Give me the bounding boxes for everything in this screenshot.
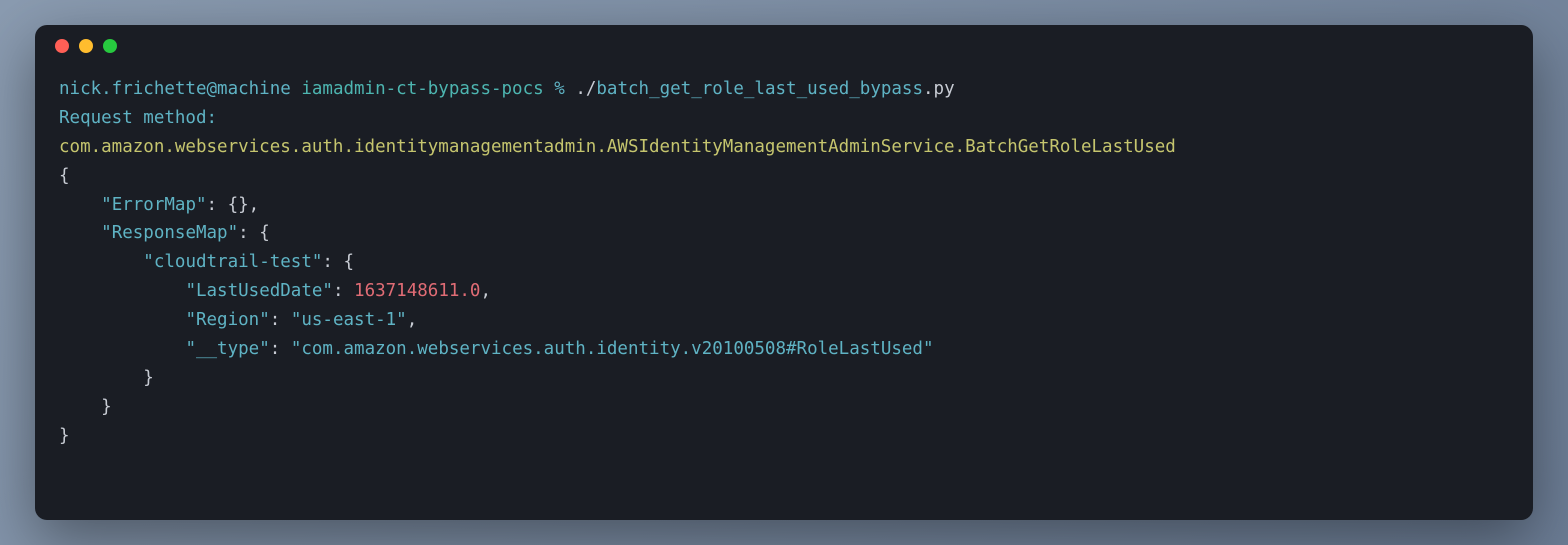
json-val-lastused: 1637148611.0	[354, 281, 480, 301]
output-method: com.amazon.webservices.auth.identitymana…	[59, 137, 1176, 157]
json-key-type: "__type"	[185, 339, 269, 359]
cmd-ext: .py	[923, 79, 955, 99]
window-title-bar	[35, 25, 1533, 67]
close-icon[interactable]	[55, 39, 69, 53]
prompt-symbol: %	[554, 79, 565, 99]
json-close: }	[59, 426, 70, 446]
minimize-icon[interactable]	[79, 39, 93, 53]
json-val-errormap: {}	[228, 195, 249, 215]
json-key-cloudtrail: "cloudtrail-test"	[143, 252, 322, 272]
cmd-name: batch_get_role_last_used_bypass	[596, 79, 923, 99]
json-key-errormap: "ErrorMap"	[101, 195, 206, 215]
json-key-lastused: "LastUsedDate"	[185, 281, 333, 301]
terminal-content[interactable]: nick.frichette@machine iamadmin-ct-bypas…	[35, 67, 1533, 520]
cmd-prefix: ./	[575, 79, 596, 99]
terminal-window: nick.frichette@machine iamadmin-ct-bypas…	[35, 25, 1533, 520]
prompt-context: iamadmin-ct-bypass-pocs	[301, 79, 543, 99]
output-label: Request method:	[59, 108, 217, 128]
json-val-region: "us-east-1"	[291, 310, 407, 330]
maximize-icon[interactable]	[103, 39, 117, 53]
prompt-user-host: nick.frichette@machine	[59, 79, 291, 99]
json-open: {	[59, 166, 70, 186]
json-key-responsemap: "ResponseMap"	[101, 223, 238, 243]
json-val-type: "com.amazon.webservices.auth.identity.v2…	[291, 339, 934, 359]
json-key-region: "Region"	[185, 310, 269, 330]
